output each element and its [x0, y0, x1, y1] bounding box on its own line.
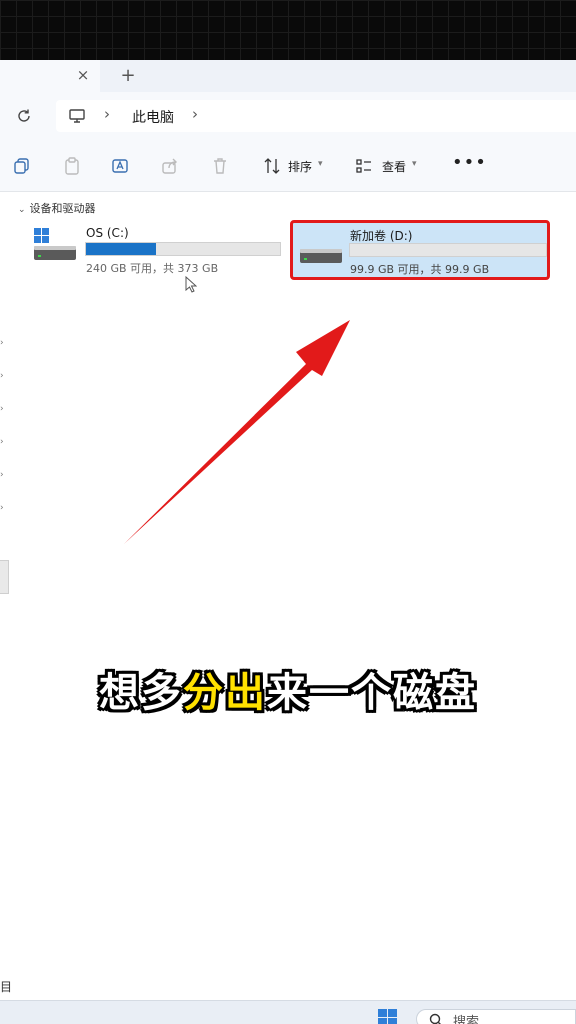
chevron-down-icon: ⌄: [18, 205, 26, 215]
search-icon: [429, 1013, 441, 1024]
caption-highlight: 分出: [183, 670, 267, 716]
drive-c-name: OS (C:): [86, 226, 129, 240]
share-icon[interactable]: [160, 156, 180, 176]
command-bar: 排序 ▾ 查看 ▾ •••: [0, 140, 576, 192]
drive-c-info: 240 GB 可用，共 373 GB: [86, 262, 219, 275]
drive-c[interactable]: OS (C:) 240 GB 可用，共 373 GB: [30, 220, 284, 278]
view-icon[interactable]: [354, 156, 374, 176]
close-tab-button[interactable]: ×: [74, 66, 92, 84]
drive-d-usage-bar: [349, 243, 547, 257]
view-button[interactable]: 查看: [382, 158, 406, 175]
status-bar-fragment: 目: [0, 980, 13, 994]
chevron-right-icon[interactable]: ›: [192, 105, 198, 123]
taskbar: 搜索: [0, 1000, 576, 1024]
caption-part-1: 想多: [99, 670, 183, 716]
chevron-right-icon[interactable]: ›: [104, 105, 110, 123]
address-bar-row: › 此电脑 ›: [0, 92, 576, 140]
new-tab-button[interactable]: +: [118, 66, 138, 86]
refresh-icon: [18, 109, 30, 122]
drive-icon: [300, 249, 342, 263]
tab-this-pc[interactable]: ×: [0, 60, 100, 92]
video-frame-top: [0, 0, 576, 60]
delete-icon[interactable]: [210, 156, 230, 176]
nav-expand-chevron-icon[interactable]: ›: [0, 338, 4, 348]
windows-drive-icon: [34, 228, 76, 260]
sort-button[interactable]: 排序: [288, 158, 312, 175]
nav-expand-chevron-icon[interactable]: ›: [0, 470, 4, 480]
taskbar-search-text: 搜索: [453, 1015, 480, 1024]
sort-icon[interactable]: [262, 156, 282, 176]
taskbar-search-box[interactable]: 搜索: [416, 1009, 576, 1024]
mouse-cursor-icon: [185, 276, 197, 293]
chevron-down-icon: ▾: [318, 159, 323, 169]
paste-icon[interactable]: [62, 156, 82, 176]
address-box[interactable]: › 此电脑 ›: [56, 100, 576, 132]
nav-expand-chevron-icon[interactable]: ›: [0, 371, 4, 381]
windows-start-icon[interactable]: [376, 1007, 400, 1024]
rename-icon[interactable]: [110, 156, 130, 176]
see-more-button[interactable]: •••: [452, 152, 487, 173]
drive-d-name: 新加卷 (D:): [350, 229, 413, 243]
copy-icon[interactable]: [12, 156, 32, 176]
nav-expand-chevron-icon[interactable]: ›: [0, 437, 4, 447]
nav-expand-chevron-icon[interactable]: ›: [0, 503, 4, 513]
drive-c-usage-fill: [86, 243, 156, 255]
chevron-down-icon: ▾: [412, 159, 417, 169]
video-caption: 想多分出来一个磁盘: [0, 660, 576, 718]
drive-d-info: 99.9 GB 可用，共 99.9 GB: [350, 263, 490, 276]
nav-expand-chevron-icon[interactable]: ›: [0, 404, 4, 414]
caption-part-3: 来一个磁盘: [267, 670, 477, 716]
drive-d[interactable]: 新加卷 (D:) 99.9 GB 可用，共 99.9 GB: [290, 220, 550, 280]
computer-icon: [69, 109, 85, 123]
devices-section-header[interactable]: ⌄ 设备和驱动器: [18, 200, 96, 216]
tab-bar: × +: [0, 60, 576, 92]
section-title: 设备和驱动器: [29, 202, 96, 215]
drive-c-usage-bar: [85, 242, 281, 256]
nav-selected-item[interactable]: [0, 560, 9, 594]
breadcrumb-this-pc[interactable]: 此电脑: [132, 107, 174, 127]
refresh-button[interactable]: [12, 104, 36, 128]
